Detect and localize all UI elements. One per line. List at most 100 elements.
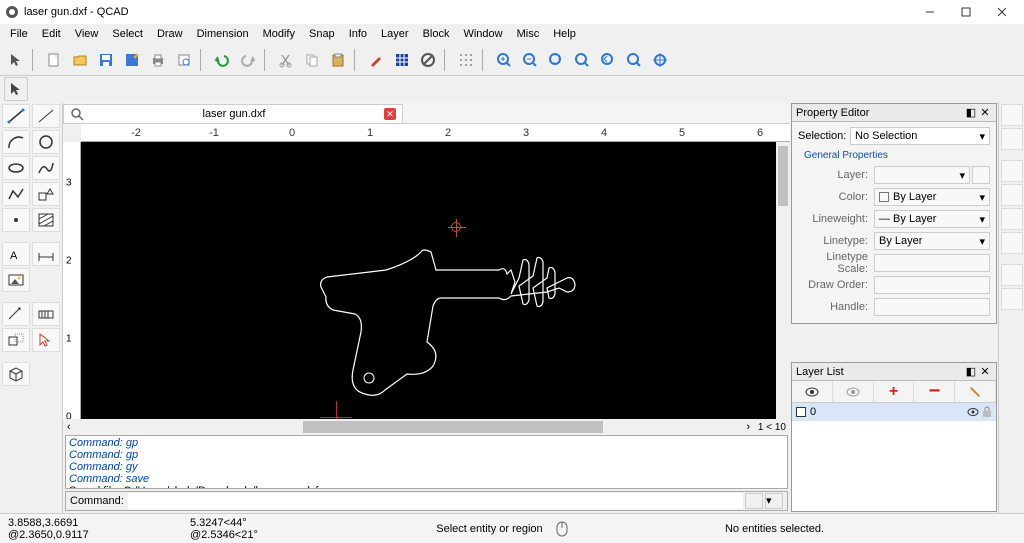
- menu-dimension[interactable]: Dimension: [191, 26, 255, 42]
- vt-btn-4[interactable]: [1001, 184, 1023, 206]
- text-tool-icon[interactable]: A: [2, 242, 30, 266]
- layer-extra-button[interactable]: [972, 166, 990, 184]
- line-tool-icon[interactable]: [2, 104, 30, 128]
- tab-close-icon[interactable]: ✕: [384, 108, 396, 120]
- vt-btn-3[interactable]: [1001, 160, 1023, 182]
- panel-undock-icon[interactable]: ◧: [964, 106, 978, 120]
- grid-toggle-icon[interactable]: [390, 48, 414, 72]
- layer-visibility-icon[interactable]: [967, 406, 979, 418]
- point-tool-icon[interactable]: [2, 208, 30, 232]
- pan-icon[interactable]: [648, 48, 672, 72]
- doc-tab[interactable]: laser gun.dxf ✕: [63, 104, 403, 123]
- block-tool-icon[interactable]: [2, 362, 30, 386]
- drawing-canvas[interactable]: [81, 142, 790, 419]
- panel-undock-icon[interactable]: ◧: [964, 365, 978, 379]
- pointer-tool-icon[interactable]: [4, 48, 28, 72]
- vt-btn-7[interactable]: [1001, 264, 1023, 286]
- panel-close-icon[interactable]: ✕: [978, 106, 992, 120]
- lineweight-field[interactable]: — By Layer▾: [874, 210, 990, 228]
- vt-btn-6[interactable]: [1001, 232, 1023, 254]
- minimize-button[interactable]: [912, 0, 948, 24]
- print-icon[interactable]: [146, 48, 170, 72]
- vt-btn-2[interactable]: [1001, 128, 1023, 150]
- hatch-tool-icon[interactable]: [32, 208, 60, 232]
- draw-order-field[interactable]: [874, 276, 990, 294]
- line-angle-tool-icon[interactable]: [32, 104, 60, 128]
- zoom-selection-icon[interactable]: [570, 48, 594, 72]
- cut-icon[interactable]: [274, 48, 298, 72]
- menu-file[interactable]: File: [4, 26, 34, 42]
- vt-btn-5[interactable]: [1001, 208, 1023, 230]
- shape-tool-icon[interactable]: [32, 182, 60, 206]
- copy-icon[interactable]: [300, 48, 324, 72]
- panel-close-icon[interactable]: ✕: [978, 365, 992, 379]
- layer-field[interactable]: ▾: [874, 166, 970, 184]
- undo-icon[interactable]: [210, 48, 234, 72]
- maximize-button[interactable]: [948, 0, 984, 24]
- menu-edit[interactable]: Edit: [36, 26, 67, 42]
- polyline-tool-icon[interactable]: [2, 182, 30, 206]
- menu-snap[interactable]: Snap: [303, 26, 341, 42]
- layer-hide-all-icon[interactable]: [833, 381, 874, 402]
- menu-view[interactable]: View: [69, 26, 105, 42]
- ellipse-tool-icon[interactable]: [2, 156, 30, 180]
- menu-block[interactable]: Block: [417, 26, 456, 42]
- handle-field[interactable]: [874, 298, 990, 316]
- arc-tool-icon[interactable]: [2, 130, 30, 154]
- layer-edit-icon[interactable]: [955, 381, 996, 402]
- measure-tool-icon[interactable]: [2, 302, 30, 326]
- paste-icon[interactable]: [326, 48, 350, 72]
- zoom-out-icon[interactable]: [518, 48, 542, 72]
- save-file-icon[interactable]: [94, 48, 118, 72]
- restrict-off-icon[interactable]: [416, 48, 440, 72]
- command-history[interactable]: Command: gp Command: gp Command: gy Comm…: [65, 435, 788, 489]
- vt-btn-1[interactable]: [1001, 104, 1023, 126]
- open-file-icon[interactable]: [68, 48, 92, 72]
- layer-row[interactable]: 0: [792, 403, 996, 421]
- layer-remove-icon[interactable]: −: [914, 381, 955, 402]
- command-dropdown-icon[interactable]: ▾: [765, 493, 783, 509]
- panel-title: Layer List: [796, 366, 964, 378]
- info-tool-icon[interactable]: [32, 302, 60, 326]
- snap-grid-icon[interactable]: [454, 48, 478, 72]
- select-tool-icon[interactable]: [32, 328, 60, 352]
- redo-icon[interactable]: [236, 48, 260, 72]
- color-field[interactable]: By Layer▾: [874, 188, 990, 206]
- zoom-window-icon[interactable]: [622, 48, 646, 72]
- menu-window[interactable]: Window: [457, 26, 508, 42]
- print-preview-icon[interactable]: [172, 48, 196, 72]
- modify-tool-icon[interactable]: [2, 328, 30, 352]
- menu-info[interactable]: Info: [343, 26, 373, 42]
- layer-add-icon[interactable]: +: [874, 381, 915, 402]
- layer-lock-icon[interactable]: [982, 406, 992, 418]
- linetype-field[interactable]: By Layer▾: [874, 232, 990, 250]
- back-icon[interactable]: [4, 77, 28, 101]
- menu-select[interactable]: Select: [106, 26, 149, 42]
- menu-modify[interactable]: Modify: [257, 26, 301, 42]
- zoom-in-icon[interactable]: [492, 48, 516, 72]
- menu-help[interactable]: Help: [547, 26, 582, 42]
- menu-layer[interactable]: Layer: [375, 26, 415, 42]
- dimension-tool-icon[interactable]: [32, 242, 60, 266]
- new-file-icon[interactable]: [42, 48, 66, 72]
- command-history-toggle[interactable]: [745, 493, 763, 509]
- spline-tool-icon[interactable]: [32, 156, 60, 180]
- vt-btn-8[interactable]: [1001, 288, 1023, 310]
- svg-text:A: A: [10, 250, 18, 262]
- command-input[interactable]: [128, 493, 743, 509]
- layer-list[interactable]: 0: [792, 403, 996, 511]
- vertical-scrollbar[interactable]: [776, 142, 790, 419]
- pencil-icon[interactable]: [364, 48, 388, 72]
- image-tool-icon[interactable]: [2, 268, 30, 292]
- circle-tool-icon[interactable]: [32, 130, 60, 154]
- close-button[interactable]: [984, 0, 1020, 24]
- selection-dropdown[interactable]: No Selection ▾: [850, 127, 990, 145]
- zoom-previous-icon[interactable]: [596, 48, 620, 72]
- zoom-auto-icon[interactable]: [544, 48, 568, 72]
- layer-show-all-icon[interactable]: [792, 381, 833, 402]
- horizontal-scrollbar[interactable]: ‹ › 1 < 10: [63, 419, 790, 435]
- menu-misc[interactable]: Misc: [511, 26, 546, 42]
- menu-draw[interactable]: Draw: [151, 26, 189, 42]
- linetype-scale-field[interactable]: [874, 254, 990, 272]
- save-as-icon[interactable]: [120, 48, 144, 72]
